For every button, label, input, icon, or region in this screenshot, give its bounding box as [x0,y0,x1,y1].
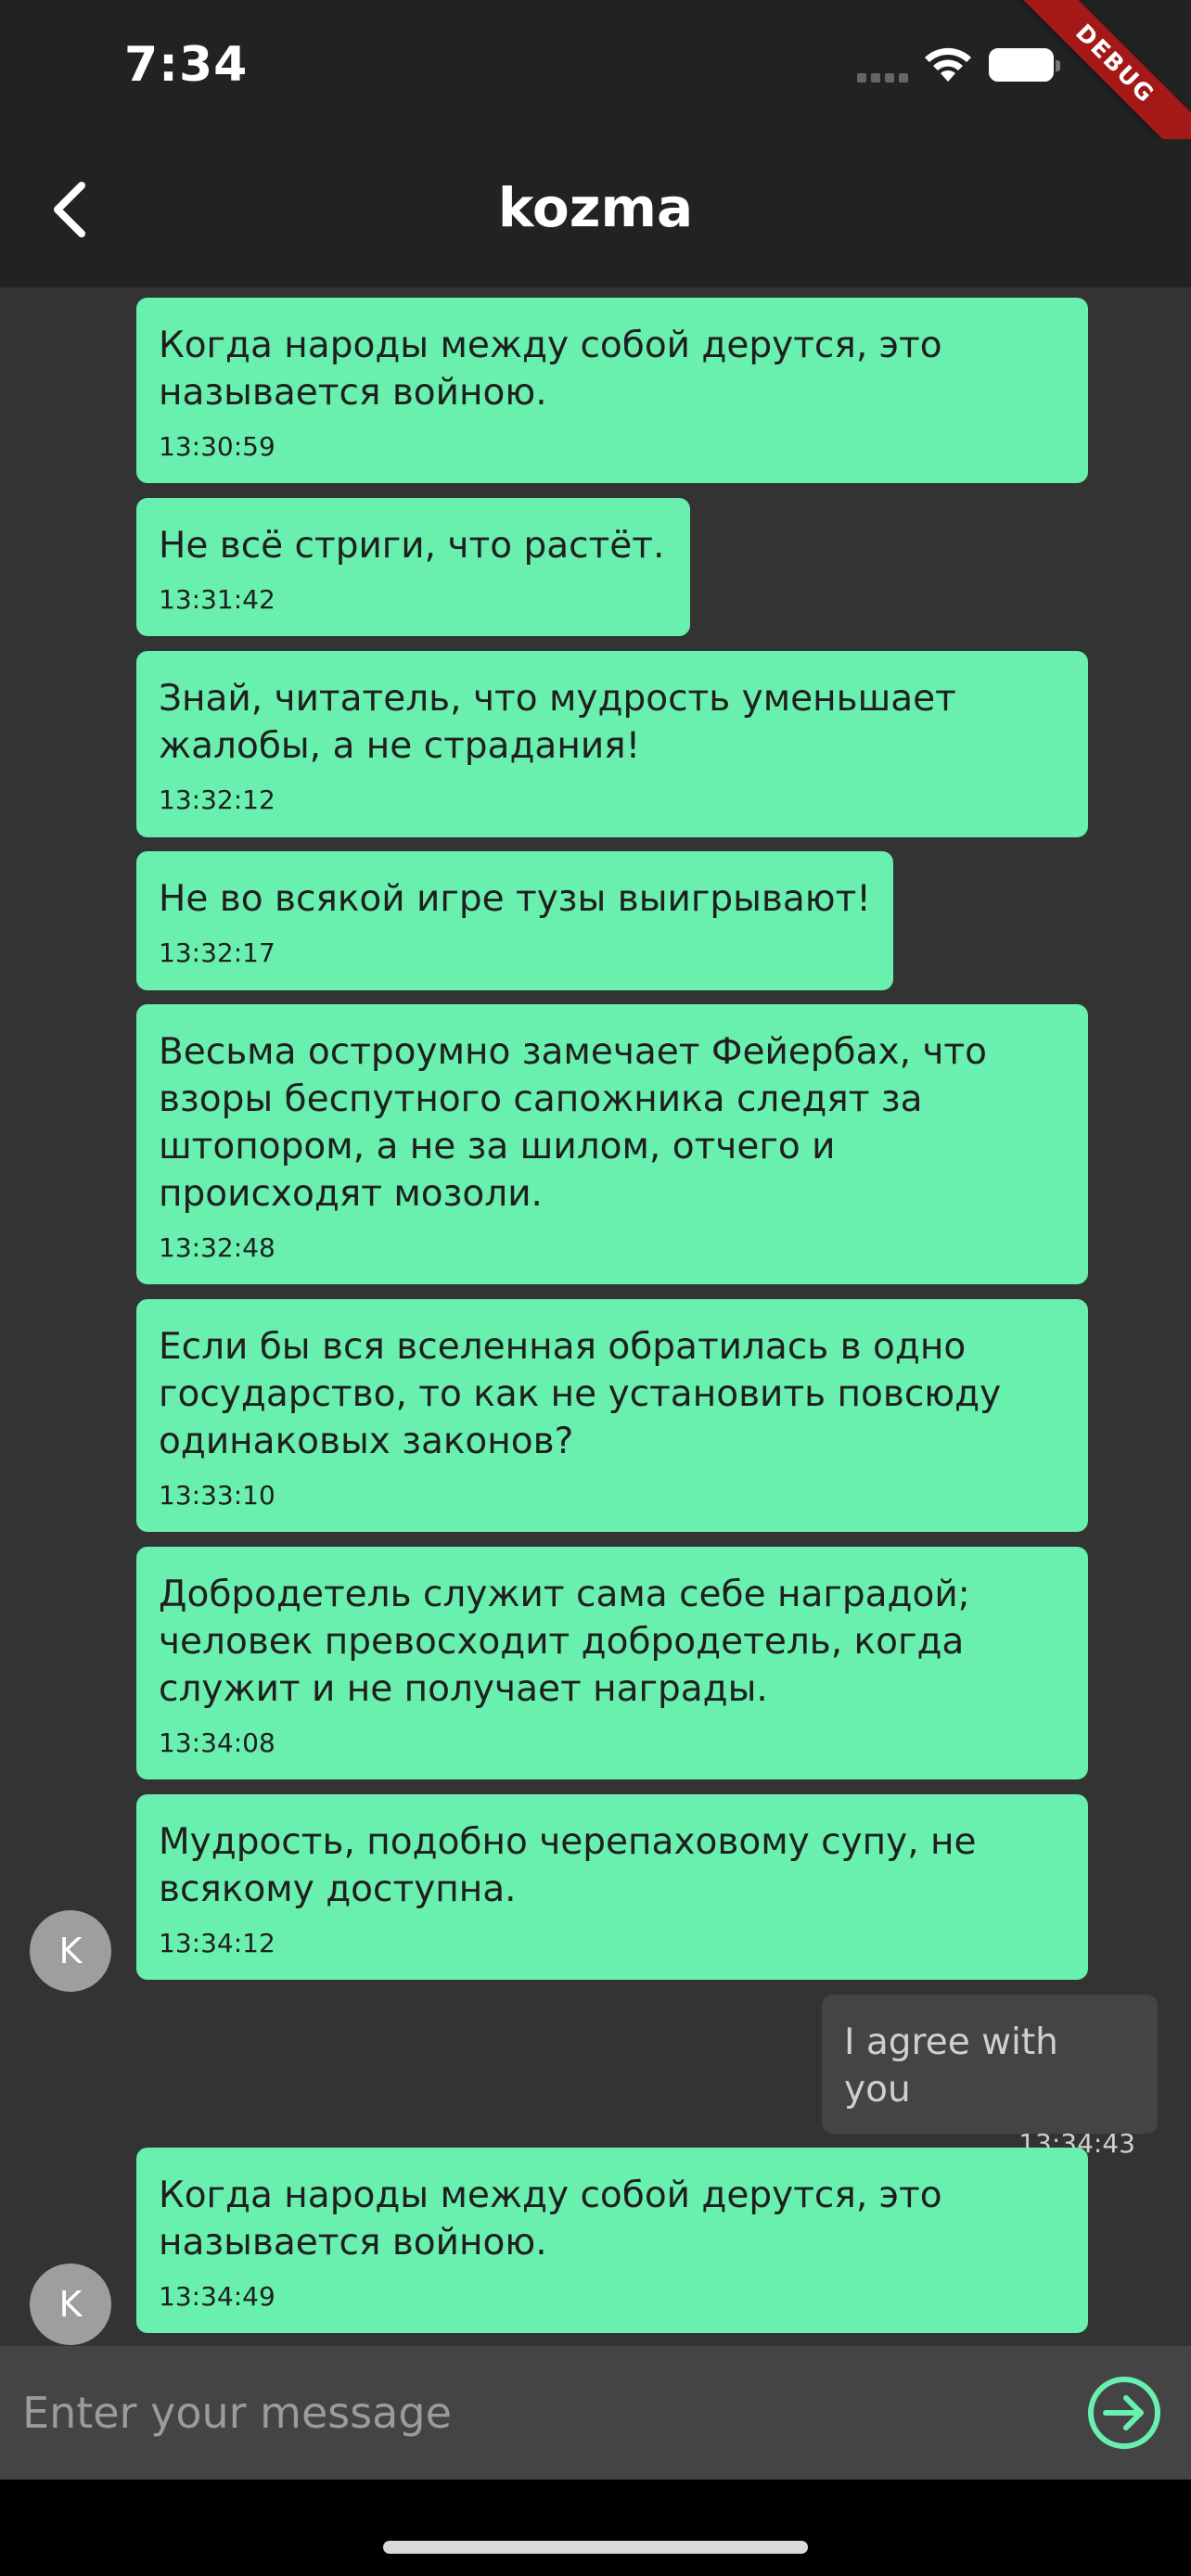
send-button[interactable] [1085,2374,1163,2452]
message-text: Если бы вся вселенная обратилась в одно … [159,1326,1002,1462]
cellular-signal-icon [857,70,913,83]
message-bubble-outgoing: I agree with you 13:34:43 [822,1995,1158,2159]
message-text: Мудрость, подобно черепаховому супу, не … [159,1821,977,1910]
message-bubble: Не всё стриги, что растёт. 13:31:42 [136,498,690,636]
message-text: Весьма остроумно замечает Фейербах, что … [159,1031,988,1215]
message-time: 13:33:10 [159,1480,275,1511]
chat-title: kozma [497,176,694,239]
message-bubble: Добродетель служит сама себе наградой; ч… [136,1547,1088,1779]
message-bubble: Когда народы между собой дерутся, это на… [136,298,1088,483]
battery-icon [989,48,1060,82]
message-text: Не всё стриги, что растёт. [159,525,665,567]
message-list[interactable]: Когда народы между собой дерутся, это на… [0,287,1191,2346]
wifi-icon [925,47,971,82]
message-time: 13:32:12 [159,784,275,815]
status-bar: 7:34 DEBUG [0,0,1191,176]
message-bubble: Когда народы между собой дерутся, это на… [136,2148,1088,2333]
message-text: Когда народы между собой дерутся, это на… [159,325,942,414]
bottom-safe-area [0,2480,1191,2576]
message-time: 13:32:48 [159,1232,275,1263]
message-bubble: Мудрость, подобно черепаховому супу, не … [136,1794,1088,1980]
home-indicator[interactable] [383,2541,808,2554]
arrow-right-circle-icon [1088,2377,1160,2449]
message-time: 13:31:42 [159,584,275,615]
status-time: 7:34 [124,37,249,93]
app-bar: kozma [0,139,1191,287]
avatar: K [30,1910,111,1992]
message-bubble: Если бы вся вселенная обратилась в одно … [136,1299,1088,1532]
message-text: Не во всякой игре тузы выигрывают! [159,878,871,920]
message-time: 13:34:49 [159,2281,275,2312]
message-time: 13:34:12 [159,1928,275,1958]
message-time: 13:34:08 [159,1728,275,1758]
message-text: Добродетель служит сама себе наградой; ч… [159,1574,970,1710]
message-bubble: Знай, читатель, что мудрость уменьшает ж… [136,651,1088,837]
message-time: 13:32:17 [159,937,275,968]
message-bubble: Не во всякой игре тузы выигрывают! 13:32… [136,851,893,990]
message-text: Знай, читатель, что мудрость уменьшает ж… [159,678,956,767]
message-input[interactable] [0,2346,1057,2480]
composer-bar [0,2346,1191,2480]
message-bubble: Весьма остроумно замечает Фейербах, что … [136,1004,1088,1284]
message-text: Когда народы между собой дерутся, это на… [159,2174,942,2264]
avatar: K [30,2264,111,2345]
message-time: 13:30:59 [159,431,275,462]
message-text: I agree with you [844,2021,1070,2111]
